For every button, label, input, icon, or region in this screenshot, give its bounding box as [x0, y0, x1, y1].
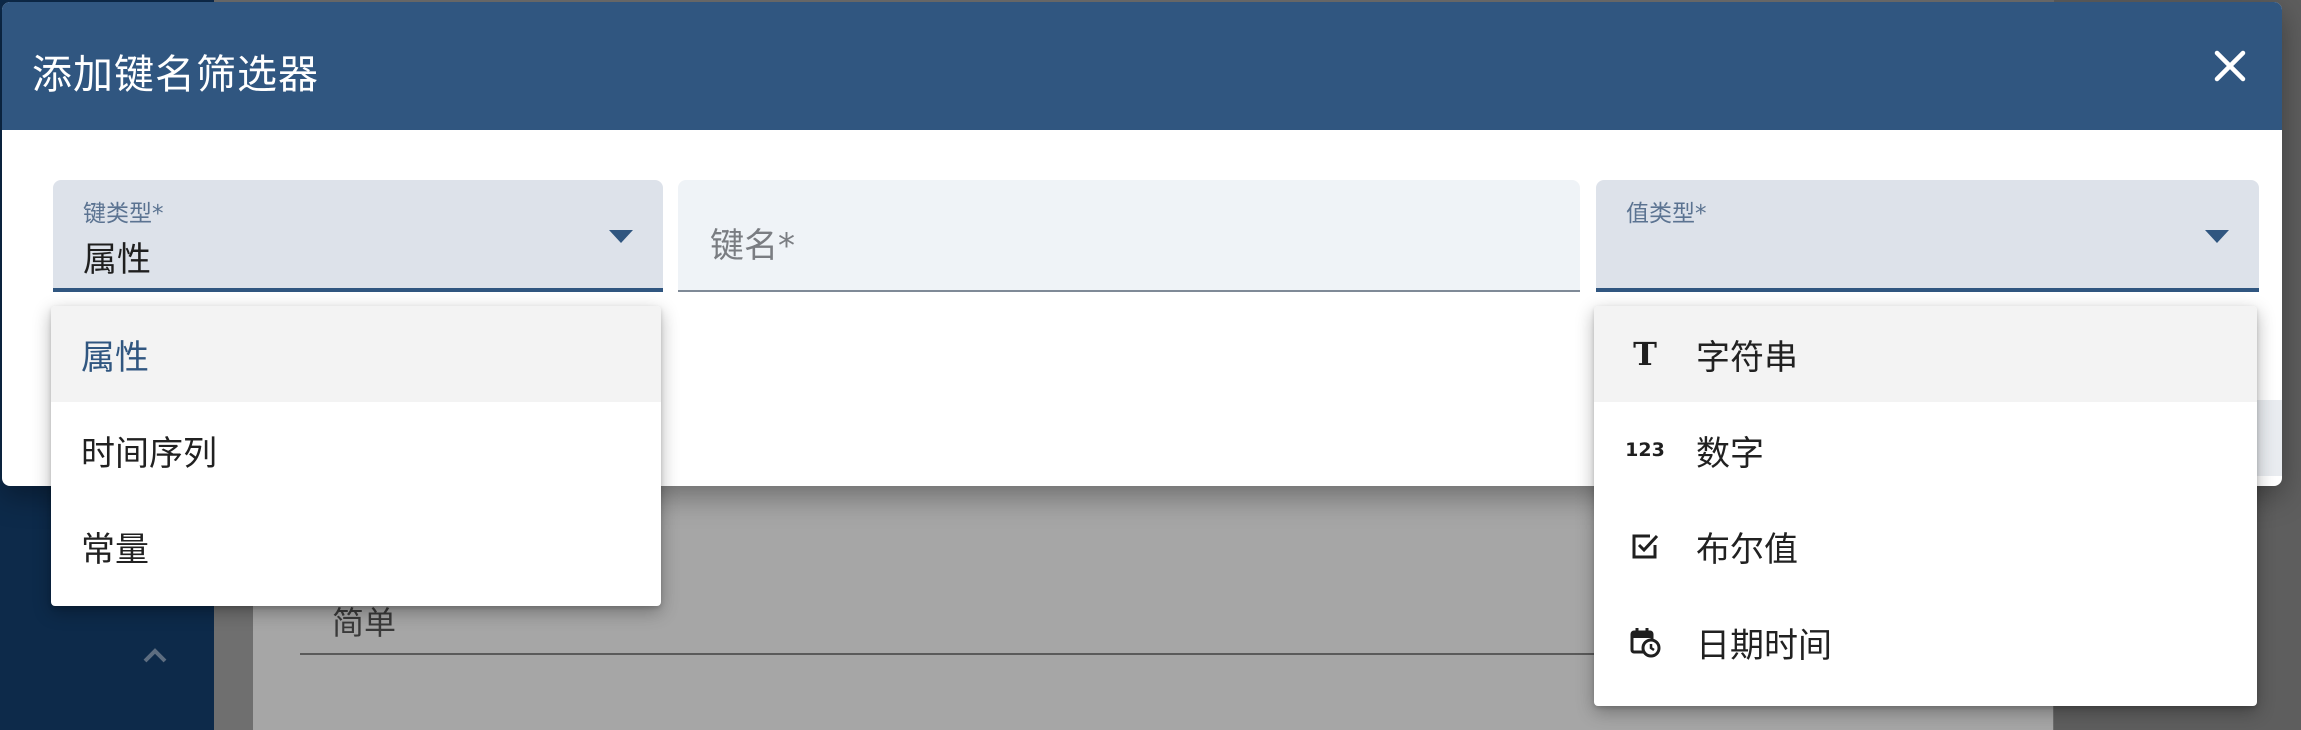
key-type-option-constant[interactable]: 常量 — [51, 498, 661, 594]
close-button[interactable] — [2202, 38, 2258, 94]
number-icon: 123 — [1625, 439, 1665, 461]
menu-item-label: 布尔值 — [1696, 529, 1798, 570]
value-type-select[interactable]: 值类型* — [1596, 180, 2259, 292]
key-type-value: 属性 — [83, 240, 151, 280]
key-type-option-timeseries[interactable]: 时间序列 — [51, 402, 661, 498]
checkbox-icon — [1628, 529, 1662, 563]
dialog-title: 添加键名筛选器 — [32, 52, 319, 98]
menu-item-label: 数字 — [1696, 433, 1764, 474]
key-name-field[interactable]: 键名* — [678, 180, 1580, 292]
value-type-label: 值类型* — [1626, 201, 1707, 227]
key-name-placeholder: 键名* — [710, 226, 795, 266]
dropdown-arrow-icon — [2205, 230, 2229, 243]
value-type-option-string[interactable]: T 字符串 — [1594, 306, 2257, 402]
menu-item-label: 字符串 — [1696, 337, 1798, 378]
chevron-up-icon — [140, 640, 170, 670]
value-type-option-datetime[interactable]: 日期时间 — [1594, 594, 2257, 690]
dropdown-arrow-icon — [609, 230, 633, 243]
dialog-header: 添加键名筛选器 — [2, 2, 2282, 130]
value-type-menu: T 字符串 123 数字 布尔值 日期时间 — [1594, 306, 2257, 706]
menu-item-label: 常量 — [81, 529, 149, 570]
close-icon — [2214, 50, 2246, 82]
text-icon: T — [1633, 335, 1657, 373]
value-type-option-number[interactable]: 123 数字 — [1594, 402, 2257, 498]
key-type-label: 键类型* — [83, 201, 164, 227]
key-type-menu: 属性 时间序列 常量 — [51, 306, 661, 606]
menu-item-label: 属性 — [81, 337, 149, 378]
menu-item-label: 时间序列 — [81, 433, 217, 474]
calendar-clock-icon — [1628, 625, 1662, 659]
key-type-option-attribute[interactable]: 属性 — [51, 306, 661, 402]
menu-item-label: 日期时间 — [1696, 625, 1832, 666]
value-type-option-boolean[interactable]: 布尔值 — [1594, 498, 2257, 594]
key-type-select[interactable]: 键类型* 属性 — [53, 180, 663, 292]
